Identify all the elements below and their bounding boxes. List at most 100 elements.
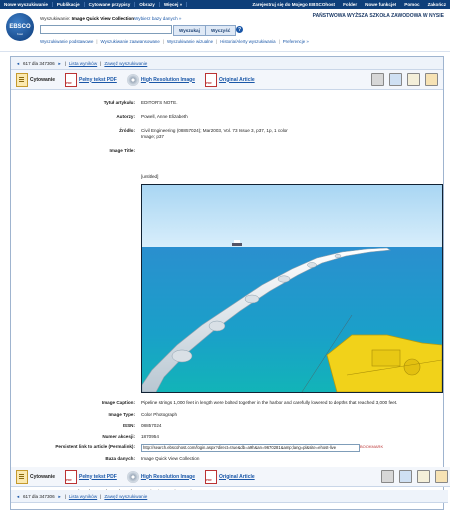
export-icon[interactable] xyxy=(435,470,448,483)
clear-button[interactable]: Wyczyść xyxy=(205,25,237,36)
high-resolution-label: High Resolution Image xyxy=(140,473,195,480)
separator: | xyxy=(64,60,66,66)
next-result-arrow-icon[interactable]: ► xyxy=(58,61,62,66)
logo-subtext: host xyxy=(17,32,23,36)
pipeline-photo xyxy=(142,185,442,392)
save-icon[interactable] xyxy=(389,73,402,86)
print-icon[interactable] xyxy=(371,73,384,86)
high-resolution-button[interactable]: High Resolution Image xyxy=(126,73,195,86)
print-icon[interactable] xyxy=(381,470,394,483)
field-label: ISSN: xyxy=(122,423,135,428)
record-panel: ◄ 617 dla 347306 ► | Lista wyników | Zaw… xyxy=(10,56,450,510)
email-icon[interactable] xyxy=(407,73,420,86)
field-value: 08857024 xyxy=(141,423,162,428)
search-history-link[interactable]: Historia/Alerty wyszukiwania xyxy=(220,39,275,44)
citation-label: Cytowanie xyxy=(30,76,56,83)
citation-button[interactable]: Cytowanie xyxy=(16,469,56,484)
help-icon[interactable]: ? xyxy=(236,26,243,33)
nav-folder[interactable]: Folder xyxy=(339,2,361,7)
field-value: Powell, Anne Elizabeth xyxy=(141,114,188,119)
field-value: Image Quick View Collection xyxy=(141,456,200,461)
record-tools xyxy=(381,470,448,483)
refine-search-link[interactable]: Zawęź wyszukiwanie xyxy=(104,61,147,66)
nav-new-features[interactable]: Nowe funkcje! xyxy=(361,2,400,7)
high-resolution-label: High Resolution Image xyxy=(140,76,195,83)
search-button[interactable]: Wyszukaj xyxy=(173,25,206,36)
choose-database-link[interactable]: Wybierz bazy danych » xyxy=(134,16,181,21)
original-article-button[interactable]: Original Article xyxy=(204,469,255,484)
original-article-label: Original Article xyxy=(218,76,255,83)
result-count: 617 dla 347306 xyxy=(22,60,55,66)
separator: | xyxy=(162,39,164,44)
nav-new-search[interactable]: Nowe wyszukiwanie xyxy=(0,2,53,7)
nav-images[interactable]: Obrazy xyxy=(135,2,160,7)
pdf-fulltext-button[interactable]: Pełny tekst PDF xyxy=(65,72,117,87)
advanced-search-link[interactable]: Wyszukiwanie zaawansowane xyxy=(101,39,160,44)
top-nav-bar: Nowe wyszukiwanie Publikacje Cytowane pr… xyxy=(0,0,450,9)
export-icon[interactable] xyxy=(425,73,438,86)
citation-icon xyxy=(16,72,28,87)
next-result-arrow-icon[interactable]: ► xyxy=(58,494,62,499)
high-resolution-button[interactable]: High Resolution Image xyxy=(126,470,195,483)
field-label: Tytuł artykułu: xyxy=(103,100,135,105)
basic-search-link[interactable]: Wyszukiwanie podstawowe xyxy=(40,39,93,44)
record-toolbar: Cytowanie Pełny tekst PDF High Resolutio… xyxy=(11,70,443,90)
article-image[interactable] xyxy=(141,184,443,393)
field-label: Źródło: xyxy=(119,128,135,133)
field-label: Persistent link to article (Permalink): xyxy=(55,444,135,449)
original-article-label: Original Article xyxy=(218,473,255,480)
field-label: Image Caption: xyxy=(101,400,135,405)
search-label: Wyszukiwanie: Image Quick View Collectio… xyxy=(40,16,134,21)
field-label: Image Title: xyxy=(109,148,135,153)
permalink-input[interactable]: http://search.ebscohost.com/login.aspx?d… xyxy=(141,444,360,452)
citation-button[interactable]: Cytowanie xyxy=(16,72,56,87)
separator: | xyxy=(100,493,102,499)
prev-result-arrow-icon[interactable]: ◄ xyxy=(16,494,20,499)
field-value: Image; p37 xyxy=(141,134,164,139)
record-details: Tytuł artykułu: EDITOR'S NOTE. Autorzy: … xyxy=(11,90,443,494)
record-tools xyxy=(371,73,438,86)
field-value: 1870954 xyxy=(141,434,159,439)
pdf-icon xyxy=(65,469,78,484)
visual-search-link[interactable]: Wyszukiwanie wizualne xyxy=(167,39,213,44)
citation-label: Cytowanie xyxy=(30,473,56,480)
results-list-link[interactable]: Lista wyników xyxy=(69,494,97,499)
disc-icon xyxy=(126,470,139,483)
refine-search-link[interactable]: Zawęź wyszukiwanie xyxy=(104,494,147,499)
result-pager-bottom: ◄ 617 dla 347306 ► | Lista wyników | Zaw… xyxy=(11,490,448,503)
nav-cited-references[interactable]: Cytowane przypisy xyxy=(85,2,136,7)
pdf-fulltext-label: Pełny tekst PDF xyxy=(79,76,117,83)
results-list-link[interactable]: Lista wyników xyxy=(69,61,97,66)
nav-exit[interactable]: Zakończ xyxy=(424,2,450,7)
field-value: EDITOR'S NOTE. xyxy=(141,100,178,105)
search-input[interactable] xyxy=(40,25,172,34)
result-pager: ◄ 617 dla 347306 ► | Lista wyników | Zaw… xyxy=(11,57,443,70)
pdf-icon xyxy=(204,469,217,484)
nav-publications[interactable]: Publikacje xyxy=(53,2,85,7)
pdf-icon xyxy=(65,72,78,87)
bookmark-button[interactable]: BOOKMARK xyxy=(360,444,383,449)
prev-result-arrow-icon[interactable]: ◄ xyxy=(16,61,20,66)
ebsco-logo[interactable]: EBSCO host xyxy=(6,13,34,41)
institution-name: PAŃSTWOWA WYŻSZA SZKOŁA ZAWODOWA W NYSIE xyxy=(312,13,444,19)
search-mode-links: Wyszukiwanie podstawowe | Wyszukiwanie za… xyxy=(40,39,309,44)
save-icon[interactable] xyxy=(399,470,412,483)
search-database-name: Image Quick View Collection xyxy=(71,16,135,21)
nav-register[interactable]: Zarejestruj się do Mojego EBSCOhost xyxy=(248,2,339,7)
separator: | xyxy=(216,39,218,44)
pdf-icon xyxy=(204,72,217,87)
field-value: Color Photograph xyxy=(141,412,178,417)
logo-text: EBSCO xyxy=(9,24,31,30)
nav-more[interactable]: Więcej » xyxy=(160,2,188,7)
pdf-fulltext-button[interactable]: Pełny tekst PDF xyxy=(65,469,117,484)
field-label: Autorzy: xyxy=(116,114,135,119)
field-label: Image Type: xyxy=(108,412,135,417)
main-nav: Nowe wyszukiwanie Publikacje Cytowane pr… xyxy=(0,0,188,9)
email-icon[interactable] xyxy=(417,470,430,483)
separator: | xyxy=(278,39,280,44)
preferences-link[interactable]: Preferencje » xyxy=(283,39,309,44)
original-article-button[interactable]: Original Article xyxy=(204,72,255,87)
disc-icon xyxy=(126,73,139,86)
search-label-text: Wyszukiwanie: xyxy=(40,16,71,21)
nav-help[interactable]: Pomoc xyxy=(400,2,423,7)
